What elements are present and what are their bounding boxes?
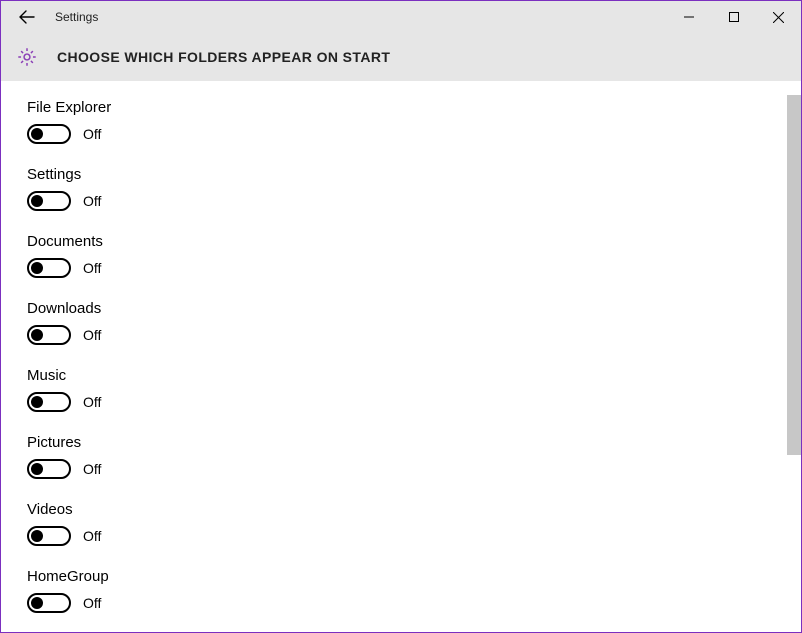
toggle-state: Off <box>83 260 101 276</box>
page-heading: CHOOSE WHICH FOLDERS APPEAR ON START <box>57 49 390 65</box>
setting-videos: Videos Off <box>27 501 787 546</box>
toggle-downloads[interactable] <box>27 325 71 345</box>
settings-window: Settings <box>0 0 802 633</box>
maximize-button[interactable] <box>711 1 756 33</box>
setting-label: Settings <box>27 166 787 183</box>
back-button[interactable] <box>11 1 43 33</box>
content-area: File Explorer Off Settings Off Documents… <box>1 81 801 632</box>
scrollbar[interactable] <box>787 95 801 632</box>
minimize-button[interactable] <box>666 1 711 33</box>
toggle-pictures[interactable] <box>27 459 71 479</box>
toggle-state: Off <box>83 394 101 410</box>
toggle-state: Off <box>83 595 101 611</box>
toggle-knob <box>31 195 43 207</box>
toggle-settings[interactable] <box>27 191 71 211</box>
toggle-documents[interactable] <box>27 258 71 278</box>
toggle-state: Off <box>83 126 101 142</box>
gear-icon <box>15 45 39 69</box>
window-controls <box>666 1 801 33</box>
toggle-knob <box>31 128 43 140</box>
toggle-file-explorer[interactable] <box>27 124 71 144</box>
page-header: CHOOSE WHICH FOLDERS APPEAR ON START <box>1 33 801 81</box>
toggle-state: Off <box>83 193 101 209</box>
setting-label: HomeGroup <box>27 568 787 585</box>
maximize-icon <box>729 12 739 22</box>
setting-homegroup: HomeGroup Off <box>27 568 787 613</box>
toggle-state: Off <box>83 327 101 343</box>
back-arrow-icon <box>18 8 36 26</box>
setting-label: File Explorer <box>27 99 787 116</box>
scrollbar-thumb[interactable] <box>787 95 801 455</box>
setting-settings: Settings Off <box>27 166 787 211</box>
toggle-knob <box>31 530 43 542</box>
toggle-knob <box>31 396 43 408</box>
setting-label: Music <box>27 367 787 384</box>
settings-list: File Explorer Off Settings Off Documents… <box>1 81 787 632</box>
minimize-icon <box>684 12 694 22</box>
toggle-knob <box>31 329 43 341</box>
toggle-knob <box>31 463 43 475</box>
toggle-state: Off <box>83 461 101 477</box>
setting-pictures: Pictures Off <box>27 434 787 479</box>
setting-label: Downloads <box>27 300 787 317</box>
setting-downloads: Downloads Off <box>27 300 787 345</box>
close-button[interactable] <box>756 1 801 33</box>
setting-documents: Documents Off <box>27 233 787 278</box>
toggle-knob <box>31 262 43 274</box>
setting-file-explorer: File Explorer Off <box>27 99 787 144</box>
titlebar: Settings <box>1 1 801 33</box>
toggle-music[interactable] <box>27 392 71 412</box>
setting-label: Pictures <box>27 434 787 451</box>
toggle-videos[interactable] <box>27 526 71 546</box>
close-icon <box>773 12 784 23</box>
window-title: Settings <box>55 10 98 24</box>
setting-label: Videos <box>27 501 787 518</box>
toggle-state: Off <box>83 528 101 544</box>
setting-label: Documents <box>27 233 787 250</box>
toggle-homegroup[interactable] <box>27 593 71 613</box>
setting-music: Music Off <box>27 367 787 412</box>
toggle-knob <box>31 597 43 609</box>
